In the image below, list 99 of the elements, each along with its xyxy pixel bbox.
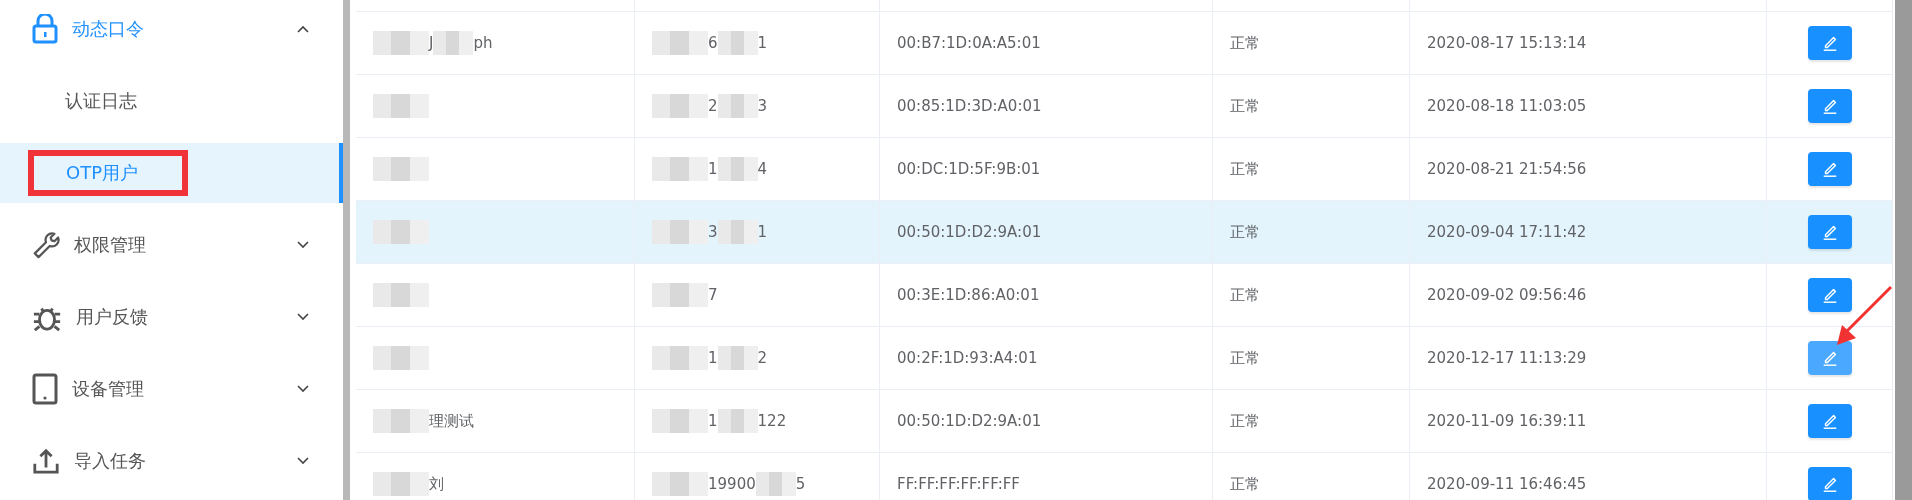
scrollbar[interactable] xyxy=(343,0,350,500)
pixelated-redaction xyxy=(373,409,429,433)
cell-text: 3 xyxy=(757,97,768,115)
chevron-icon xyxy=(297,313,309,321)
chevron-icon xyxy=(297,457,309,465)
chevron-icon xyxy=(297,241,309,249)
scrollbar[interactable] xyxy=(1895,0,1912,500)
pixelated-redaction xyxy=(717,409,758,433)
cell-text: 正常 xyxy=(1230,222,1260,242)
edit-button[interactable] xyxy=(1807,26,1852,60)
cell-text: 1 xyxy=(708,160,718,178)
pixelated-redaction xyxy=(652,94,708,118)
cell-text: 00:3E:1D:86:A0:01 xyxy=(897,286,1040,304)
pixelated-redaction xyxy=(717,220,758,244)
menu-item[interactable]: 导入任务 xyxy=(0,425,343,497)
cell-text: 1 xyxy=(708,412,718,430)
edit-button[interactable] xyxy=(1807,152,1852,186)
cell-text: 正常 xyxy=(1230,474,1260,494)
wrench-icon xyxy=(32,231,60,259)
cell-text: 正常 xyxy=(1230,348,1260,368)
pixelated-redaction xyxy=(373,472,429,496)
cell-text: 00:50:1D:D2:9A:01 xyxy=(897,412,1042,430)
upload-icon xyxy=(32,447,60,475)
pixelated-redaction xyxy=(652,409,708,433)
cell-text: FF:FF:FF:FF:FF:FF xyxy=(897,475,1020,493)
pixelated-redaction xyxy=(652,472,708,496)
cell-text: 2 xyxy=(757,349,768,367)
cell-text: 正常 xyxy=(1230,285,1260,305)
cell-text: 正常 xyxy=(1230,96,1260,116)
pixelated-redaction xyxy=(373,31,429,55)
cell-text: 2020-08-18 11:03:05 xyxy=(1427,97,1587,115)
edit-button[interactable] xyxy=(1807,89,1852,123)
cell-text: 00:85:1D:3D:A0:01 xyxy=(897,97,1042,115)
menu-item[interactable]: 设备管理 xyxy=(0,353,343,425)
table-row[interactable]: 刘 19900 5 FF:FF:FF:FF:FF:FF 正常 2020-09-11 16:46:45 xyxy=(356,453,1893,500)
pixelated-redaction xyxy=(373,346,429,370)
pixelated-redaction xyxy=(652,220,708,244)
cell-text: 6 xyxy=(708,34,718,52)
edit-button[interactable] xyxy=(1807,404,1852,438)
table-row[interactable]: 2 3 00:85:1D:3D:A0:01 正常 2020-08-18 11:03:05 xyxy=(356,75,1893,138)
cell-text: 2020-11-09 16:39:11 xyxy=(1427,412,1587,430)
pixelated-redaction xyxy=(652,157,708,181)
cell-text: 1 xyxy=(708,349,718,367)
cell-text: 00:DC:1D:5F:9B:01 xyxy=(897,160,1041,178)
cell-text: 1 xyxy=(757,34,768,52)
pixelated-redaction xyxy=(652,346,708,370)
pixelated-redaction xyxy=(755,472,796,496)
cell-text: 理测试 xyxy=(429,411,474,431)
table-row[interactable]: 1 2 00:2F:1D:93:A4:01 正常 2020-12-17 11:13:29 xyxy=(356,327,1893,390)
cell-text: 刘 xyxy=(429,474,444,494)
table-row[interactable]: 3 1 00:50:1D:D2:9A:01 正常 2020-09-04 17:11:42 xyxy=(356,201,1893,264)
chevron-icon xyxy=(297,385,309,393)
cell-text: 1 xyxy=(757,223,768,241)
pixelated-redaction xyxy=(717,31,758,55)
cell-text: 2 xyxy=(708,97,718,115)
edit-button[interactable] xyxy=(1807,341,1852,375)
cell-text: 正常 xyxy=(1230,159,1260,179)
cell-text: 2020-09-02 09:56:46 xyxy=(1427,286,1587,304)
cell-text: 2020-12-17 11:13:29 xyxy=(1427,349,1587,367)
pixelated-redaction xyxy=(433,31,474,55)
pixelated-redaction xyxy=(652,283,708,307)
cell-text: 19900 xyxy=(708,475,756,493)
pixelated-redaction xyxy=(717,94,758,118)
lock-icon xyxy=(32,14,58,44)
pixelated-redaction xyxy=(652,31,708,55)
tablet-icon xyxy=(32,373,58,405)
cell-text: 5 xyxy=(795,475,806,493)
cell-text: 2020-09-11 16:46:45 xyxy=(1427,475,1587,493)
menu-item[interactable]: 权限管理 xyxy=(0,209,343,281)
table-row[interactable]: 理测试 1 122 00:50:1D:D2:9A:01 正常 2020-11-09 16:39:11 xyxy=(356,390,1893,453)
table-row[interactable]: 7 00:3E:1D:86:A0:01 正常 2020-09-02 09:56:46 xyxy=(356,264,1893,327)
cell-text: 2020-08-17 15:13:14 xyxy=(1427,34,1587,52)
menu-item[interactable]: 用户反馈 xyxy=(0,281,343,353)
cell-text: 正常 xyxy=(1230,33,1260,53)
cell-text: 00:B7:1D:0A:A5:01 xyxy=(897,34,1041,52)
table-row[interactable]: J ph 6 1 00:B7:1D:0A:A5:01 正常 2020-08-17 15:13:14 xyxy=(356,12,1893,75)
pixelated-redaction xyxy=(373,157,429,181)
cell-text: 3 xyxy=(708,223,718,241)
pixelated-redaction xyxy=(373,283,429,307)
pixelated-redaction xyxy=(717,346,758,370)
cell-text: 7 xyxy=(708,286,718,304)
edit-button[interactable] xyxy=(1807,278,1852,312)
cell-text: 4 xyxy=(757,160,768,178)
cell-text: 00:50:1D:D2:9A:01 xyxy=(897,223,1042,241)
edit-button[interactable] xyxy=(1807,467,1852,500)
cell-text: 2020-09-04 17:11:42 xyxy=(1427,223,1587,241)
cell-text: 正常 xyxy=(1230,411,1260,431)
pixelated-redaction xyxy=(373,94,429,118)
cell-text: J xyxy=(429,34,434,52)
edit-button[interactable] xyxy=(1807,215,1852,249)
cell-text: 00:2F:1D:93:A4:01 xyxy=(897,349,1038,367)
cell-text: 122 xyxy=(757,412,787,430)
submenu-item[interactable]: 认证日志 xyxy=(0,65,343,137)
pixelated-redaction xyxy=(717,157,758,181)
cell-text: 2020-08-21 21:54:56 xyxy=(1427,160,1587,178)
cell-text: ph xyxy=(473,34,493,52)
annotation-box: OTP用户 xyxy=(28,150,189,196)
chevron-icon xyxy=(297,25,309,33)
pixelated-redaction xyxy=(373,220,429,244)
